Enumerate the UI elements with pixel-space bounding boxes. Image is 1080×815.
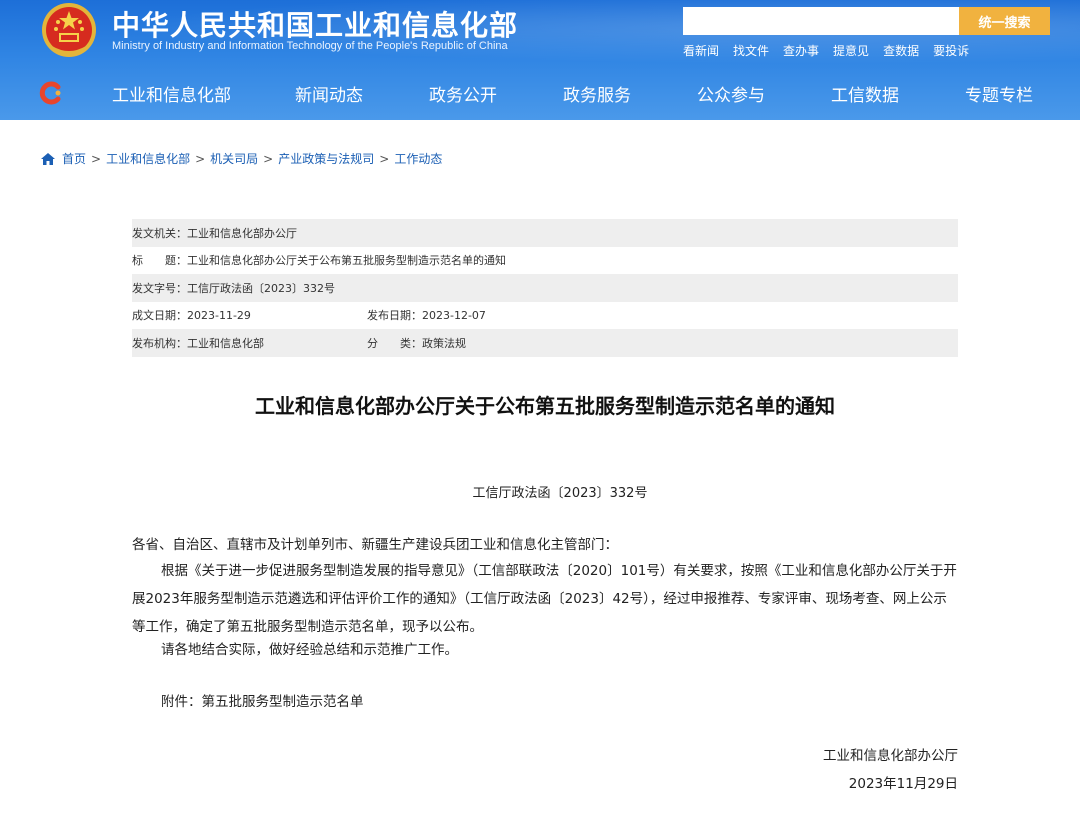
quick-link-files[interactable]: 找文件 <box>733 42 769 59</box>
document-attachment-link[interactable]: 附件：第五批服务型制造示范名单 <box>161 690 364 710</box>
meta-written-label: 成文日期： <box>132 309 187 323</box>
document-salutation: 各省、自治区、直辖市及计划单列市、新疆生产建设兵团工业和信息化主管部门： <box>132 537 618 553</box>
meta-written-value: 2023-11-29 <box>187 308 251 322</box>
quick-link-data[interactable]: 查数据 <box>883 42 919 59</box>
meta-row-issuer: 发文机关： 工业和信息化部办公厅 <box>132 219 958 247</box>
meta-category-label: 分 类： <box>367 336 422 350</box>
meta-org-label: 发布机构： <box>132 336 187 350</box>
quick-link-news[interactable]: 看新闻 <box>683 42 719 59</box>
document-title: 工业和信息化部办公厅关于公布第五批服务型制造示范名单的通知 <box>255 394 835 418</box>
meta-org: 发布机构： 工业和信息化部 <box>132 335 367 351</box>
meta-org-value: 工业和信息化部 <box>187 336 264 350</box>
quick-link-feedback[interactable]: 提意见 <box>833 42 869 59</box>
meta-published-value: 2023-12-07 <box>422 308 486 322</box>
breadcrumb-miit[interactable]: 工业和信息化部 <box>106 150 190 167</box>
breadcrumb-separator: > <box>91 151 102 166</box>
breadcrumb: 首页 > 工业和信息化部 > 机关司局 > 产业政策与法规司 > 工作动态 <box>40 150 442 167</box>
site-logo-icon[interactable] <box>38 80 64 106</box>
meta-title-label: 标 题： <box>132 254 187 268</box>
search-input[interactable] <box>683 7 960 35</box>
breadcrumb-policy-dept[interactable]: 产业政策与法规司 <box>278 150 374 167</box>
nav-item-gov-services[interactable]: 政务服务 <box>563 81 631 106</box>
meta-row-dates: 成文日期： 2023-11-29 发布日期： 2023-12-07 <box>132 302 958 330</box>
nav-item-data[interactable]: 工信数据 <box>831 81 899 106</box>
nav-item-public[interactable]: 公众参与 <box>697 81 765 106</box>
meta-row-org: 发布机构： 工业和信息化部 分 类： 政策法规 <box>132 329 958 357</box>
meta-row-doc-no: 发文字号： 工信厅政法函〔2023〕332号 <box>132 274 958 302</box>
breadcrumb-home[interactable]: 首页 <box>62 150 86 167</box>
breadcrumb-departments[interactable]: 机关司局 <box>210 150 258 167</box>
search-button[interactable]: 统一搜索 <box>959 7 1050 35</box>
quick-link-complaint[interactable]: 要投诉 <box>933 42 969 59</box>
meta-row-title: 标 题： 工业和信息化部办公厅关于公布第五批服务型制造示范名单的通知 <box>132 247 958 275</box>
nav-item-topics[interactable]: 专题专栏 <box>965 81 1033 106</box>
breadcrumb-work-news[interactable]: 工作动态 <box>394 150 442 167</box>
meta-category-value: 政策法规 <box>422 336 466 350</box>
site-title: 中华人民共和国工业和信息化部 <box>112 9 519 42</box>
document-metadata: 发文机关： 工业和信息化部办公厅 标 题： 工业和信息化部办公厅关于公布第五批服… <box>132 219 958 357</box>
meta-published-label: 发布日期： <box>367 309 422 323</box>
meta-published-date: 发布日期： 2023-12-07 <box>367 307 486 323</box>
breadcrumb-separator: > <box>379 151 390 166</box>
document-paragraph-2: 请各地结合实际，做好经验总结和示范推广工作。 <box>161 642 458 658</box>
document-number: 工信厅政法函〔2023〕332号 <box>472 486 648 501</box>
main-nav: 工业和信息化部 新闻动态 政务公开 政务服务 公众参与 工信数据 专题专栏 <box>0 70 1080 118</box>
site-subtitle: Ministry of Industry and Information Tec… <box>112 40 508 52</box>
nav-item-news[interactable]: 新闻动态 <box>295 81 363 106</box>
nav-item-gov-affairs[interactable]: 政务公开 <box>429 81 497 106</box>
document-signer: 工业和信息化部办公厅 <box>823 748 958 764</box>
meta-title-value: 工业和信息化部办公厅关于公布第五批服务型制造示范名单的通知 <box>187 254 506 268</box>
meta-written-date: 成文日期： 2023-11-29 <box>132 307 367 323</box>
national-emblem-icon[interactable] <box>40 2 98 60</box>
document-paragraph-1: 根据《关于进一步促进服务型制造发展的指导意见》（工信部联政法〔2020〕101号… <box>132 563 957 635</box>
breadcrumb-separator: > <box>263 151 274 166</box>
site-header: 中华人民共和国工业和信息化部 Ministry of Industry and … <box>0 0 1080 120</box>
meta-doc-no-label: 发文字号： <box>132 281 187 295</box>
breadcrumb-separator: > <box>195 151 206 166</box>
quick-links: 看新闻 找文件 查办事 提意见 查数据 要投诉 <box>683 42 969 59</box>
meta-doc-no-value: 工信厅政法函〔2023〕332号 <box>187 281 335 295</box>
document-date: 2023年11月29日 <box>848 776 958 792</box>
nav-item-miit[interactable]: 工业和信息化部 <box>112 81 231 106</box>
quick-link-services[interactable]: 查办事 <box>783 42 819 59</box>
home-icon[interactable] <box>40 152 56 166</box>
meta-issuer-label: 发文机关： <box>132 226 187 240</box>
meta-category: 分 类： 政策法规 <box>367 335 466 351</box>
meta-issuer-value: 工业和信息化部办公厅 <box>187 226 297 240</box>
